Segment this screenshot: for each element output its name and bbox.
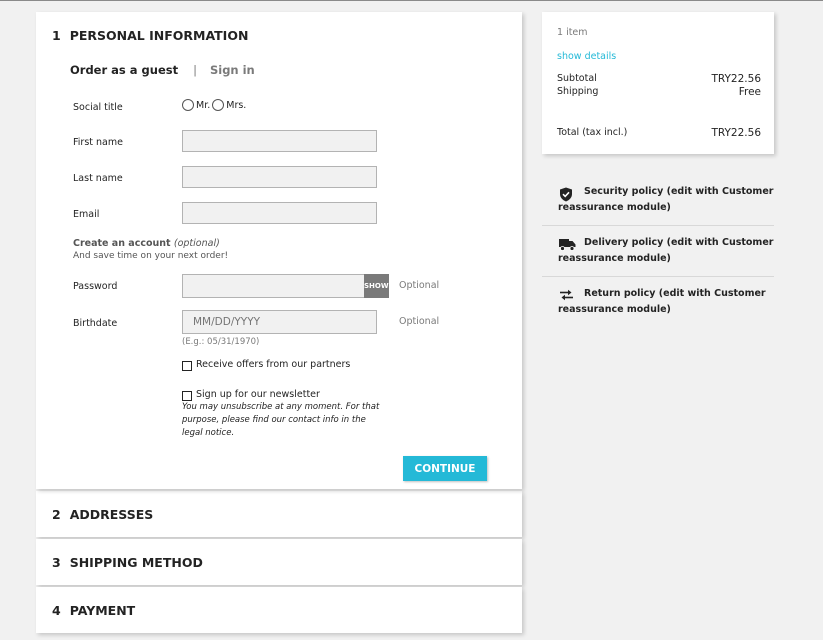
step-number: 1 [52, 27, 61, 43]
step-personal-information: 1 PERSONAL INFORMATION Order as a guest … [36, 12, 522, 489]
step-header-personal-information[interactable]: 1 PERSONAL INFORMATION [36, 12, 522, 58]
first-name-label: First name [73, 137, 123, 148]
step-addresses: 2 ADDRESSES [36, 491, 522, 537]
newsletter-checkbox[interactable] [182, 391, 192, 401]
show-password-button[interactable]: SHOW [364, 274, 389, 298]
email-field[interactable] [182, 202, 377, 224]
partners-checkbox[interactable] [182, 361, 192, 371]
email-label: Email [73, 209, 100, 220]
birthdate-hint: (E.g.: 05/31/1970) [182, 337, 260, 347]
password-group: SHOW [182, 274, 389, 298]
total-label: Total (tax incl.) [557, 127, 628, 138]
cart-summary: 1 item show details Subtotal TRY22.56 Sh… [542, 12, 774, 154]
newsletter-row: Sign up for our newsletter [182, 389, 320, 401]
social-title-radio-group: Mr. Mrs. [182, 99, 248, 111]
create-account-optional: (optional) [173, 238, 220, 249]
tab-sign-in[interactable]: Sign in [210, 63, 255, 77]
step-title: SHIPPING METHOD [69, 554, 203, 570]
shield-check-icon [560, 187, 572, 202]
password-field[interactable] [182, 274, 364, 298]
step-title: ADDRESSES [69, 506, 154, 522]
last-name-label: Last name [73, 173, 123, 184]
radio-mr[interactable] [182, 99, 194, 111]
create-account-heading: Create an account [73, 238, 171, 249]
truck-icon [559, 239, 576, 251]
partners-optin-row: Receive offers from our partners [182, 359, 350, 371]
step-number: 4 [52, 602, 61, 618]
step-number: 3 [52, 554, 61, 570]
reassurance-delivery-text: Delivery policy (edit with Customer reas… [558, 237, 774, 264]
create-account-title: Create an account (optional) [73, 238, 220, 249]
birthdate-field[interactable] [182, 310, 377, 334]
reassurance-delivery: Delivery policy (edit with Customer reas… [542, 226, 774, 277]
shipping-value: Free [738, 86, 761, 98]
radio-mrs-label: Mrs. [226, 99, 247, 111]
subtotal-label: Subtotal [557, 73, 597, 84]
step-title: PERSONAL INFORMATION [69, 27, 249, 43]
shipping-label: Shipping [557, 86, 599, 97]
step-header-addresses[interactable]: 2 ADDRESSES [36, 491, 522, 537]
step-header-payment[interactable]: 4 PAYMENT [36, 587, 522, 633]
top-border [0, 0, 823, 1]
password-optional-label: Optional [399, 280, 440, 291]
newsletter-note: You may unsubscribe at any moment. For t… [182, 402, 380, 438]
continue-button[interactable]: CONTINUE [403, 456, 487, 481]
step-payment: 4 PAYMENT [36, 587, 522, 633]
total-row: Total (tax incl.) TRY22.56 [557, 127, 761, 139]
reassurance-security-text: Security policy (edit with Customer reas… [558, 186, 774, 213]
step-shipping-method: 3 SHIPPING METHOD [36, 539, 522, 585]
birthdate-optional-label: Optional [399, 316, 440, 327]
partners-label: Receive offers from our partners [196, 359, 351, 370]
subtotal-value: TRY22.56 [711, 73, 761, 85]
first-name-field[interactable] [182, 130, 377, 152]
reassurance-return: Return policy (edit with Customer reassu… [542, 277, 774, 328]
radio-mrs[interactable] [212, 99, 225, 111]
tab-order-as-guest[interactable]: Order as a guest [70, 63, 178, 77]
shipping-row: Shipping Free [557, 86, 761, 98]
reassurance-return-text: Return policy (edit with Customer reassu… [558, 288, 766, 315]
swap-arrows-icon [560, 289, 573, 301]
create-account-subtitle: And save time on your next order! [73, 251, 229, 261]
step-title: PAYMENT [69, 602, 136, 618]
newsletter-label: Sign up for our newsletter [196, 389, 320, 400]
social-title-label: Social title [73, 102, 123, 113]
step-number: 2 [52, 506, 61, 522]
last-name-field[interactable] [182, 166, 377, 188]
reassurance-security: Security policy (edit with Customer reas… [542, 175, 774, 226]
checkout-steps: 1 PERSONAL INFORMATION Order as a guest … [36, 12, 522, 635]
total-value: TRY22.56 [711, 127, 761, 139]
birthdate-label: Birthdate [73, 318, 118, 329]
cart-items-count: 1 item [557, 27, 588, 38]
login-tabs: Order as a guest | Sign in [70, 63, 255, 77]
reassurance-block: Security policy (edit with Customer reas… [542, 175, 774, 328]
tab-separator: | [193, 63, 197, 77]
step-header-shipping-method[interactable]: 3 SHIPPING METHOD [36, 539, 522, 585]
show-details-link[interactable]: show details [557, 51, 616, 62]
radio-mr-label: Mr. [196, 99, 211, 111]
subtotal-row: Subtotal TRY22.56 [557, 73, 761, 85]
password-label: Password [73, 281, 118, 292]
